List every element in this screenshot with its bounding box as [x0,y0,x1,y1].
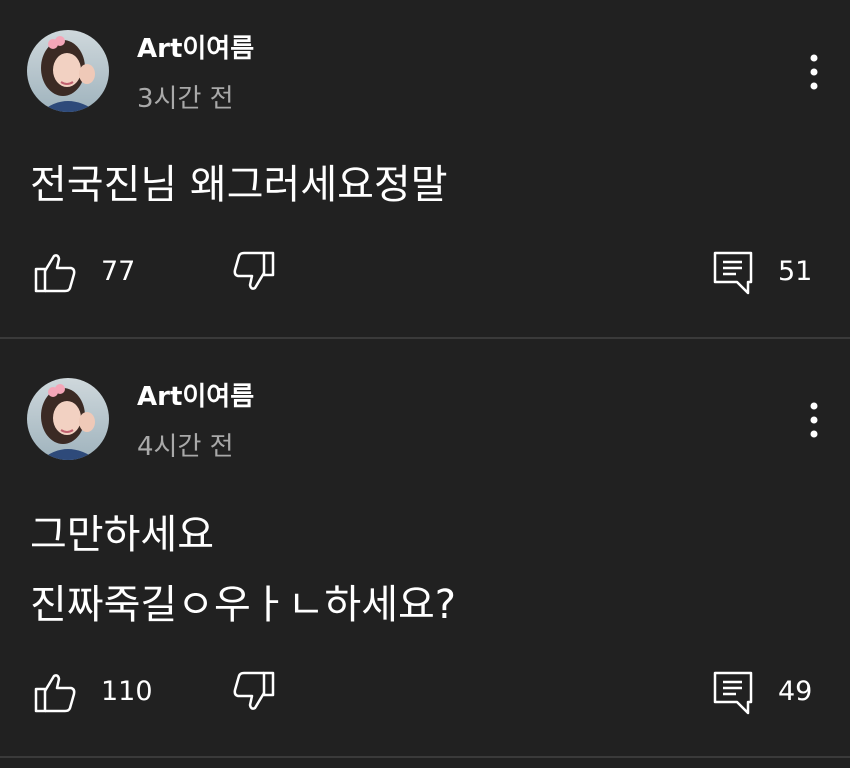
comment-timestamp: 3시간 전 [137,84,234,114]
comment-reply-icon[interactable] [712,250,754,296]
like-count: 77 [101,256,136,287]
comment-reply-icon[interactable] [712,670,754,716]
thumb-up-outline-icon[interactable] [33,670,77,714]
author-name[interactable]: Art이여름 [137,28,254,65]
thumb-down-outline-icon[interactable] [232,250,276,294]
thumb-down-outline-icon[interactable] [232,670,276,714]
avatar[interactable] [27,30,109,112]
comment-item: Art이여름 3시간 전 전국진님 왜그러세요정말 77 51 [0,0,850,338]
avatar[interactable] [27,378,109,460]
comment-timestamp: 4시간 전 [137,432,234,462]
comment-item: Art이여름 4시간 전 그만하세요 진짜죽길ㅇ우ㅏㄴ하세요? 110 49 [0,340,850,758]
divider [0,337,850,339]
comment-list: Art이여름 3시간 전 전국진님 왜그러세요정말 77 51 Art이여름 4… [0,0,850,768]
more-vertical-icon[interactable] [800,398,828,442]
reply-count: 49 [778,676,813,707]
author-name[interactable]: Art이여름 [137,376,254,413]
comment-actions: 77 51 [0,248,850,298]
comment-text: 전국진님 왜그러세요정말 [30,162,448,208]
comment-actions: 110 49 [0,668,850,718]
reply-count: 51 [778,256,813,287]
like-count: 110 [101,676,153,707]
more-vertical-icon[interactable] [800,50,828,94]
thumb-up-outline-icon[interactable] [33,250,77,294]
comment-text: 그만하세요 진짜죽길ㅇ우ㅏㄴ하세요? [30,512,457,628]
divider [0,756,850,758]
